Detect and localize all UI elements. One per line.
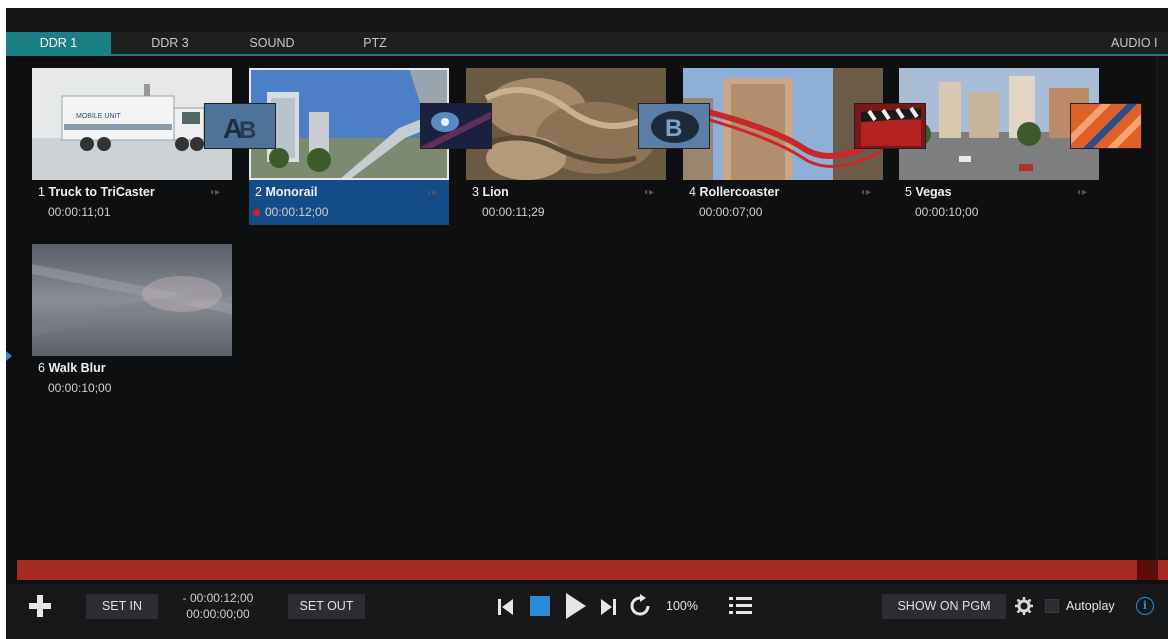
tab-ddr-1[interactable]: DDR 1 (6, 32, 111, 54)
clip-title: 3 Lion (472, 185, 509, 199)
clip-name: Monorail (265, 185, 318, 199)
tab-strip: DDR 1 DDR 3 SOUND PTZ AUDIO I (6, 32, 1168, 56)
transition-b-icon[interactable]: B (638, 103, 710, 149)
clip-number: 2 (255, 185, 262, 199)
transport-controls: SET IN - 00:00:12;00 00:00:00;00 SET OUT… (6, 584, 1168, 639)
playlist-icon[interactable] (728, 594, 754, 618)
speaker-icon: ◖▸ (1075, 187, 1087, 198)
clip-title: 6 Walk Blur (38, 361, 106, 375)
clip-number: 4 (689, 185, 696, 199)
clip-number: 1 (38, 185, 45, 199)
tab-ptz[interactable]: PTZ (315, 32, 435, 54)
speaker-icon: ◖▸ (642, 187, 654, 198)
tab-sound[interactable]: SOUND (229, 32, 315, 54)
clip-number: 3 (472, 185, 479, 199)
ddr-panel: DDR 1 DDR 3 SOUND PTZ AUDIO I MOBILE UNI… (6, 8, 1168, 639)
gear-icon[interactable] (1015, 597, 1033, 615)
bin-scrollbar[interactable] (1156, 58, 1168, 558)
clip-meta: 3 Lion ◖▸ 00:00:11;29 (466, 180, 666, 225)
play-icon[interactable] (564, 592, 588, 620)
clip-name: Vegas (915, 185, 952, 199)
clip-duration: 00:00:11;29 (482, 205, 545, 219)
clip-thumbnail-truck: MOBILE UNIT (32, 68, 232, 180)
svg-text:B: B (239, 117, 256, 144)
clip-thumbnail-vegas (899, 68, 1099, 180)
clip-name: Truck to TriCaster (48, 185, 155, 199)
clip-duration: 00:00:10;00 (915, 205, 979, 219)
clip-meta: 1 Truck to TriCaster ◖▸ 00:00:11;01 (32, 180, 232, 225)
svg-text:MOBILE UNIT: MOBILE UNIT (76, 113, 121, 120)
clip-name: Lion (482, 185, 509, 199)
clip-meta: 6 Walk Blur 00:00:10;00 (32, 356, 232, 401)
clip-item[interactable]: 6 Walk Blur 00:00:10;00 (32, 244, 232, 404)
clip-timeline-scrubber[interactable] (17, 560, 1168, 580)
speed-value[interactable]: 100% (666, 599, 698, 613)
clip-duration: 00:00:07;00 (699, 205, 763, 219)
clip-meta: 5 Vegas ◖▸ 00:00:10;00 (899, 180, 1099, 225)
skip-back-icon[interactable] (496, 596, 516, 618)
clip-item[interactable]: 3 Lion ◖▸ 00:00:11;29 (466, 68, 666, 228)
clip-thumbnail-rollercoaster (683, 68, 883, 180)
elapsed-time: 00:00:00;00 (186, 607, 250, 621)
clip-thumbnail-lion (466, 68, 666, 180)
clip-title: 5 Vegas (905, 185, 952, 199)
autoplay-checkbox[interactable] (1045, 599, 1059, 613)
loop-icon[interactable] (628, 594, 652, 618)
clip-title: 1 Truck to TriCaster (38, 185, 155, 199)
transition-stripes-icon[interactable] (1070, 103, 1142, 149)
info-icon[interactable]: i (1136, 597, 1154, 615)
clip-item[interactable]: 4 Rollercoaster ◖▸ 00:00:07;00 (683, 68, 883, 228)
autoplay-label: Autoplay (1066, 599, 1115, 613)
timeline-end-marker (1137, 560, 1158, 580)
transition-flare-icon[interactable] (420, 103, 492, 149)
clip-thumbnail-monorail (249, 68, 449, 180)
tab-ddr-3[interactable]: DDR 3 (111, 32, 229, 54)
clip-thumbnail-walk-blur (32, 244, 232, 356)
clip-duration: 00:00:10;00 (48, 381, 112, 395)
clip-duration: 00:00:12;00 (265, 205, 329, 219)
clip-title: 4 Rollercoaster (689, 185, 779, 199)
set-in-button[interactable]: SET IN (86, 594, 158, 619)
clip-name: Rollercoaster (699, 185, 780, 199)
record-indicator-icon (253, 209, 260, 216)
skip-forward-icon[interactable] (598, 596, 618, 618)
bin-scroll-marker-icon (6, 351, 12, 361)
clip-item[interactable]: 2 Monorail ◖▸ 00:00:12;00 (249, 68, 449, 228)
svg-text:B: B (665, 115, 682, 142)
remaining-time: - 00:00:12;00 (182, 591, 254, 605)
clip-item[interactable]: 5 Vegas ◖▸ 00:00:10;00 (899, 68, 1099, 228)
clip-title: 2 Monorail (255, 185, 318, 199)
clip-duration: 00:00:11;01 (48, 205, 111, 219)
stop-icon[interactable] (529, 595, 551, 617)
transition-clapper-icon[interactable] (854, 103, 926, 149)
clip-meta: 4 Rollercoaster ◖▸ 00:00:07;00 (683, 180, 883, 225)
clip-name: Walk Blur (48, 361, 106, 375)
transition-ab-icon[interactable]: A B (204, 103, 276, 149)
tab-audio[interactable]: AUDIO I (1111, 32, 1168, 54)
set-out-button[interactable]: SET OUT (288, 594, 365, 619)
speaker-icon: ◖▸ (425, 187, 437, 198)
speaker-icon: ◖▸ (859, 187, 871, 198)
plus-icon[interactable] (28, 594, 52, 618)
clip-meta: 2 Monorail ◖▸ 00:00:12;00 (249, 180, 449, 225)
show-on-pgm-button[interactable]: SHOW ON PGM (882, 594, 1006, 619)
clip-item[interactable]: MOBILE UNIT 1 Truck to TriCaster ◖▸ 00:0… (32, 68, 232, 228)
media-bin: MOBILE UNIT 1 Truck to TriCaster ◖▸ 00:0… (6, 58, 1156, 558)
clip-number: 5 (905, 185, 912, 199)
speaker-icon: ◖▸ (208, 187, 220, 198)
clip-number: 6 (38, 361, 45, 375)
